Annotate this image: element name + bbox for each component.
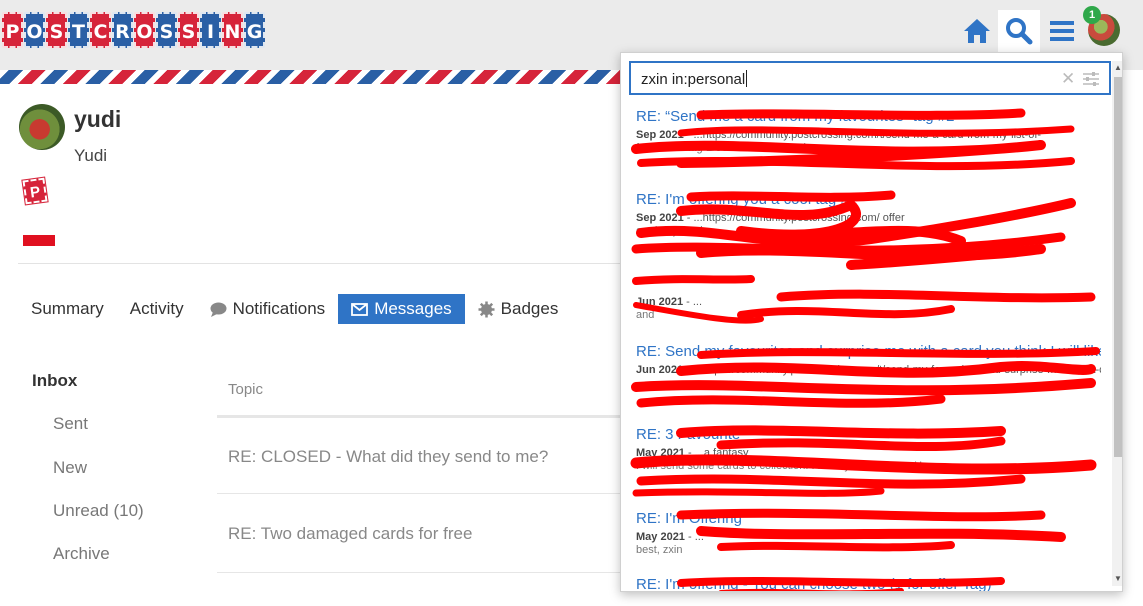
search-query: zxin in:personal: [641, 71, 746, 88]
search-result[interactable]: RE: Send my favourites and surprise me w…: [636, 343, 1101, 377]
tab-badges[interactable]: Badges: [465, 294, 572, 324]
logo-letter: O: [24, 12, 45, 48]
result-title[interactable]: RE: I'm offering - You can choose two (1…: [636, 576, 1101, 591]
column-header-topic[interactable]: Topic: [228, 381, 263, 398]
nav-new[interactable]: New: [53, 458, 87, 478]
search-input[interactable]: zxin in:personal ✕: [629, 61, 1111, 95]
logo-letter: T: [68, 12, 89, 48]
tab-notifications-label: Notifications: [232, 299, 326, 318]
airmail-stripe: [0, 70, 620, 84]
tab-messages-label: Messages: [374, 299, 452, 318]
logo-letter: S: [156, 12, 177, 48]
nav-archive[interactable]: Archive: [53, 544, 110, 564]
nav-inbox[interactable]: Inbox: [32, 371, 77, 391]
envelope-icon: [351, 302, 369, 316]
search-result[interactable]: RE: 3 Favourite May 2021 - ...a fantasy …: [636, 426, 1101, 472]
result-title[interactable]: RE: “Send me a card from my favourites” …: [636, 108, 1101, 127]
scrollbar-thumb[interactable]: [1114, 77, 1122, 457]
search-dropdown: zxin in:personal ✕ RE: “Send me a card f…: [620, 52, 1123, 592]
nav-sent[interactable]: Sent: [53, 414, 88, 434]
search-result[interactable]: Jun 2021 - ... and: [636, 275, 1101, 321]
logo-letter: C: [90, 12, 111, 48]
result-meta: Jun 2021 - ...https://community.postcros…: [636, 364, 1101, 376]
logo-letter: S: [178, 12, 199, 48]
result-meta: Sep 2021 - ...https://community.postcros…: [636, 212, 905, 224]
tab-summary[interactable]: Summary: [18, 294, 117, 324]
logo-letter: N: [222, 12, 243, 48]
table-row[interactable]: RE: Two damaged cards for free: [228, 524, 472, 544]
result-title[interactable]: [636, 275, 1101, 294]
row-divider: [217, 493, 627, 494]
scroll-down-arrow-icon[interactable]: ▼: [1113, 574, 1122, 584]
tab-summary-label: Summary: [31, 299, 104, 318]
tab-activity[interactable]: Activity: [117, 294, 197, 324]
result-blurb: best, zxin: [636, 544, 683, 556]
result-meta: May 2021 - ...: [636, 531, 704, 543]
result-title[interactable]: RE: 3 Favourite: [636, 426, 1101, 445]
logo-letter: S: [46, 12, 67, 48]
notification-count-badge: 1: [1083, 6, 1101, 24]
result-title[interactable]: RE: Send my favourites and surprise me w…: [636, 343, 1101, 362]
search-result[interactable]: RE: I'm Offering May 2021 - ... best, zx…: [636, 510, 1101, 556]
filter-options-icon[interactable]: [1083, 72, 1099, 86]
search-result[interactable]: RE: I'm offering - You can choose two (1…: [636, 576, 1101, 591]
scrollbar[interactable]: ▲ ▼: [1112, 61, 1122, 586]
result-meta: Jun 2021 - ...: [636, 296, 703, 308]
result-meta: Sep 2021 - ...https://community.postcros…: [636, 129, 1042, 141]
result-blurb: card day card: [636, 225, 703, 237]
result-blurb: favourites-tag-2/569/1267 Hello zxin: [636, 142, 813, 154]
tab-messages[interactable]: Messages: [338, 294, 465, 324]
home-icon[interactable]: [956, 10, 998, 52]
clear-icon[interactable]: ✕: [1061, 69, 1075, 89]
result-title[interactable]: RE: I'm offering you a cool tag #2: [636, 191, 1101, 210]
result-blurb: I will send some cards to collection. I …: [636, 460, 938, 472]
logo-letter: O: [134, 12, 155, 48]
search-result[interactable]: RE: “Send me a card from my favourites” …: [636, 108, 1101, 154]
full-name: Yudi: [74, 146, 108, 165]
logo-letter: G: [244, 12, 265, 48]
flag-icon: [23, 235, 55, 246]
result-title[interactable]: RE: I'm Offering: [636, 510, 1101, 529]
tab-activity-label: Activity: [129, 299, 184, 318]
divider: [18, 263, 628, 264]
username: yudi: [74, 106, 122, 132]
postcrossing-badge-icon: P: [21, 176, 49, 206]
nav-unread[interactable]: Unread (10): [53, 501, 144, 521]
result-meta: May 2021 - ...a fantasy: [636, 447, 749, 459]
avatar[interactable]: [19, 104, 65, 150]
result-blurb: and: [636, 309, 655, 321]
header-divider: [217, 415, 627, 418]
scroll-up-arrow-icon[interactable]: ▲: [1113, 63, 1122, 73]
logo-letter: I: [200, 12, 221, 48]
comment-icon: [210, 302, 227, 317]
profile-tabs: Summary Activity Notifications Messages …: [18, 294, 571, 324]
postcrossing-logo[interactable]: POSTCROSSING: [2, 12, 265, 48]
menu-icon[interactable]: [1041, 10, 1083, 52]
gear-badge-icon: [478, 301, 495, 318]
tab-notifications[interactable]: Notifications: [197, 294, 339, 324]
search-icon[interactable]: [998, 10, 1040, 52]
table-row[interactable]: RE: CLOSED - What did they send to me?: [228, 447, 548, 467]
search-result[interactable]: RE: I'm offering you a cool tag #2 Sep 2…: [636, 191, 1101, 237]
logo-letter: P: [2, 12, 23, 48]
logo-letter: R: [112, 12, 133, 48]
row-divider: [217, 572, 627, 573]
tab-badges-label: Badges: [500, 299, 559, 318]
